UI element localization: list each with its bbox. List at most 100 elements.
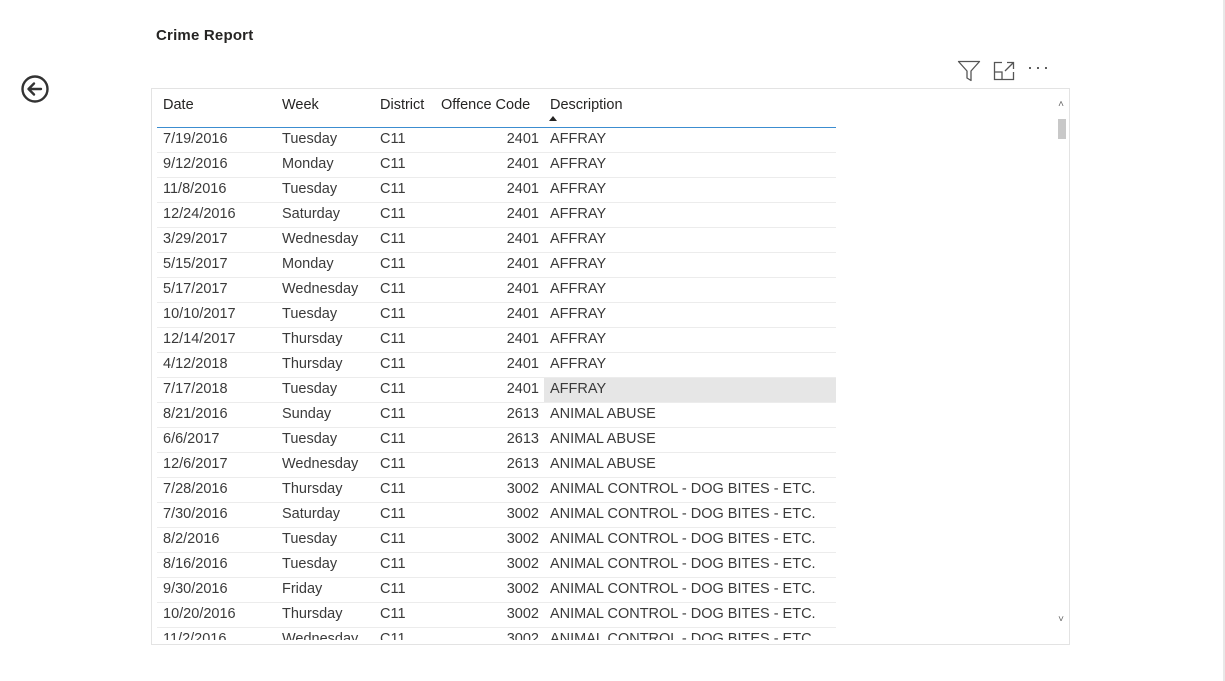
- cell-district: C11: [380, 356, 406, 372]
- table-row[interactable]: 7/17/2018 Tuesday C11 2401 AFFRAY: [157, 378, 836, 403]
- cell-offence-code: 2613: [506, 456, 539, 472]
- cell-offence-code: 3002: [506, 631, 539, 640]
- cell-description: ANIMAL CONTROL - DOG BITES - ETC.: [550, 581, 816, 597]
- cell-week: Wednesday: [282, 231, 359, 247]
- table-row[interactable]: 8/21/2016 Sunday C11 2613 ANIMAL ABUSE: [157, 403, 836, 428]
- table-row[interactable]: 8/16/2016 Tuesday C11 3002 ANIMAL CONTROL - …: [157, 553, 836, 578]
- cell-date: 11/8/2016: [163, 181, 227, 197]
- scroll-down-button[interactable]: ˅: [1055, 614, 1067, 626]
- cell-week: Thursday: [282, 331, 343, 347]
- cell-offence-code: 2401: [506, 331, 539, 347]
- cell-week: Tuesday: [282, 381, 338, 397]
- cell-district: C11: [380, 506, 406, 522]
- back-button[interactable]: [20, 74, 50, 104]
- cell-offence-code: 2401: [506, 156, 539, 172]
- cell-week: Tuesday: [282, 556, 338, 572]
- table-row[interactable]: 5/17/2017 Wednesday C11 2401 AFFRAY: [157, 278, 836, 303]
- cell-district: C11: [380, 231, 406, 247]
- cell-district: C11: [380, 281, 406, 297]
- table-row[interactable]: 9/30/2016 Friday C11 3002 ANIMAL CONTROL - D…: [157, 578, 836, 603]
- filter-button[interactable]: [956, 58, 982, 84]
- cell-description: ANIMAL CONTROL - DOG BITES - ETC.: [550, 631, 816, 640]
- table-visual: Date Week District Offence Code Descript…: [151, 88, 1070, 645]
- table-row[interactable]: 7/30/2016 Saturday C11 3002 ANIMAL CONTROL -…: [157, 503, 836, 528]
- table-row[interactable]: 7/28/2016 Thursday C11 3002 ANIMAL CONTROL -…: [157, 478, 836, 503]
- cell-date: 7/17/2018: [163, 381, 228, 397]
- cell-week: Thursday: [282, 606, 343, 622]
- table-row[interactable]: 10/20/2016 Thursday C11 3002 ANIMAL CONTROL …: [157, 603, 836, 628]
- cell-description: AFFRAY: [550, 281, 607, 297]
- cell-description: ANIMAL ABUSE: [550, 431, 656, 447]
- cell-date: 8/21/2016: [163, 406, 228, 422]
- table-row[interactable]: 12/24/2016 Saturday C11 2401 AFFRAY: [157, 203, 836, 228]
- cell-date: 8/16/2016: [163, 556, 228, 572]
- table-row[interactable]: 8/2/2016 Tuesday C11 3002 ANIMAL CONTROL - D…: [157, 528, 836, 553]
- cell-description: ANIMAL CONTROL - DOG BITES - ETC.: [550, 606, 816, 622]
- cell-description: ANIMAL CONTROL - DOG BITES - ETC.: [550, 481, 816, 497]
- cell-district: C11: [380, 156, 406, 172]
- cell-week: Wednesday: [282, 631, 359, 640]
- cell-district: C11: [380, 181, 406, 197]
- cell-week: Monday: [282, 156, 334, 172]
- cell-description: ANIMAL ABUSE: [550, 456, 656, 472]
- cell-district: C11: [380, 631, 406, 640]
- cell-date: 12/24/2016: [163, 206, 236, 222]
- cell-district: C11: [380, 531, 406, 547]
- cell-date: 6/6/2017: [163, 431, 220, 447]
- cell-offence-code: 2401: [506, 181, 539, 197]
- cell-week: Wednesday: [282, 281, 359, 297]
- table-row[interactable]: 4/12/2018 Thursday C11 2401 AFFRAY: [157, 353, 836, 378]
- cell-offence-code: 3002: [506, 556, 539, 572]
- table-row[interactable]: 7/19/2016 Tuesday C11 2401 AFFRAY: [157, 128, 836, 153]
- table-row[interactable]: 6/6/2017 Tuesday C11 2613 ANIMAL ABUSE: [157, 428, 836, 453]
- cell-offence-code: 2401: [506, 131, 539, 147]
- table-row[interactable]: 10/10/2017 Tuesday C11 2401 AFFRAY: [157, 303, 836, 328]
- cell-offence-code: 2613: [506, 431, 539, 447]
- cell-offence-code: 2401: [506, 381, 539, 397]
- column-header-offence-code[interactable]: Offence Code: [441, 97, 530, 113]
- cell-week: Tuesday: [282, 131, 338, 147]
- sort-ascending-icon: [549, 116, 557, 121]
- cell-date: 10/10/2017: [163, 306, 236, 322]
- cell-offence-code: 2613: [506, 406, 539, 422]
- cell-district: C11: [380, 606, 406, 622]
- table-row[interactable]: 3/29/2017 Wednesday C11 2401 AFFRAY: [157, 228, 836, 253]
- cell-description: AFFRAY: [550, 256, 607, 272]
- column-header-date[interactable]: Date: [163, 97, 194, 113]
- scroll-thumb[interactable]: [1058, 119, 1066, 139]
- cell-description: AFFRAY: [550, 331, 607, 347]
- table-row[interactable]: 12/6/2017 Wednesday C11 2613 ANIMAL ABUSE: [157, 453, 836, 478]
- table-body: 7/19/2016 Tuesday C11 2401 AFFRAY 9/12/2016 Mo…: [157, 128, 836, 640]
- cell-district: C11: [380, 456, 406, 472]
- cell-date: 12/6/2017: [163, 456, 228, 472]
- more-options-button[interactable]: ···: [1026, 58, 1052, 84]
- table-row[interactable]: 12/14/2017 Thursday C11 2401 AFFRAY: [157, 328, 836, 353]
- scroll-up-button[interactable]: ˄: [1055, 99, 1067, 111]
- cell-date: 4/12/2018: [163, 356, 228, 372]
- column-header-district[interactable]: District: [380, 97, 424, 113]
- column-header-description[interactable]: Description: [550, 97, 623, 113]
- cell-offence-code: 3002: [506, 481, 539, 497]
- column-header-week[interactable]: Week: [282, 97, 319, 113]
- table-row[interactable]: 9/12/2016 Monday C11 2401 AFFRAY: [157, 153, 836, 178]
- cell-district: C11: [380, 256, 406, 272]
- more-options-icon: ···: [1027, 57, 1051, 77]
- cell-district: C11: [380, 581, 406, 597]
- cell-description: AFFRAY: [550, 231, 607, 247]
- cell-date: 5/17/2017: [163, 281, 228, 297]
- filter-icon: [957, 60, 981, 82]
- table-row[interactable]: 11/2/2016 Wednesday C11 3002 ANIMAL CONTROL …: [157, 628, 836, 640]
- cell-offence-code: 3002: [506, 581, 539, 597]
- vertical-scrollbar[interactable]: ˄ ˅: [1055, 95, 1067, 632]
- cell-date: 11/2/2016: [163, 631, 227, 640]
- cell-week: Saturday: [282, 206, 341, 222]
- table-row[interactable]: 11/8/2016 Tuesday C11 2401 AFFRAY: [157, 178, 836, 203]
- circle-arrow-left-icon: [21, 75, 49, 103]
- cell-offence-code: 2401: [506, 306, 539, 322]
- cell-offence-code: 2401: [506, 231, 539, 247]
- focus-mode-button[interactable]: [991, 58, 1017, 84]
- cell-week: Saturday: [282, 506, 341, 522]
- cell-description: AFFRAY: [550, 306, 607, 322]
- table-row[interactable]: 5/15/2017 Monday C11 2401 AFFRAY: [157, 253, 836, 278]
- cell-week: Sunday: [282, 406, 332, 422]
